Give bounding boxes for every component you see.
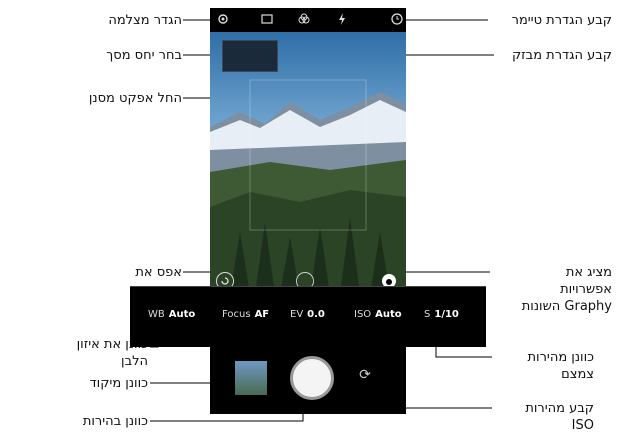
label-shutter-speed: כוונן מהירות צמצם (527, 350, 595, 382)
switch-camera-icon[interactable]: ⟳ (356, 366, 374, 384)
label-aspect-ratio: בחר יחס מסך (106, 48, 182, 63)
filter-icon[interactable] (297, 12, 311, 26)
gallery-thumbnail[interactable] (235, 361, 267, 395)
wb-setting[interactable]: WB Auto (148, 309, 195, 320)
camera-top-bar (210, 8, 406, 32)
viewfinder[interactable] (210, 32, 406, 294)
label-iso: קבע מהירות ISO (525, 401, 594, 433)
line-timer (396, 19, 488, 22)
camera-bottom-bar: ⟳ (210, 346, 406, 414)
camera-screen: ⟳ (210, 8, 406, 414)
label-timer: קבע הגדרת טיימר (511, 13, 612, 28)
shutter-speed-setting[interactable]: S 1/10 (424, 309, 459, 320)
flash-icon[interactable] (335, 12, 349, 26)
manual-settings-bar: WB Auto Focus AF EV 0.0 ISO Auto S 1/10 (130, 286, 486, 347)
ev-setting[interactable]: EV 0.0 (290, 309, 325, 320)
label-brightness: כוונן בהירות (82, 414, 148, 429)
thumbnail-preview[interactable] (222, 40, 278, 72)
aspect-ratio-icon[interactable] (260, 12, 274, 26)
shutter-button[interactable] (290, 356, 334, 400)
label-focus: כוונן מיקוד (89, 376, 148, 391)
gear-icon[interactable] (216, 12, 230, 26)
focus-setting[interactable]: Focus AF (222, 309, 269, 320)
label-camera-settings: הגדר מצלמה (108, 13, 182, 28)
label-flash: קבע הגדרת מבזק (511, 48, 612, 63)
iso-setting[interactable]: ISO Auto (354, 309, 402, 320)
label-graphy: מציג את אפשרויות Graphy השונות (521, 265, 612, 314)
timer-icon[interactable] (390, 12, 404, 26)
label-filter-effect: החל אפקט מסנן (88, 91, 182, 106)
